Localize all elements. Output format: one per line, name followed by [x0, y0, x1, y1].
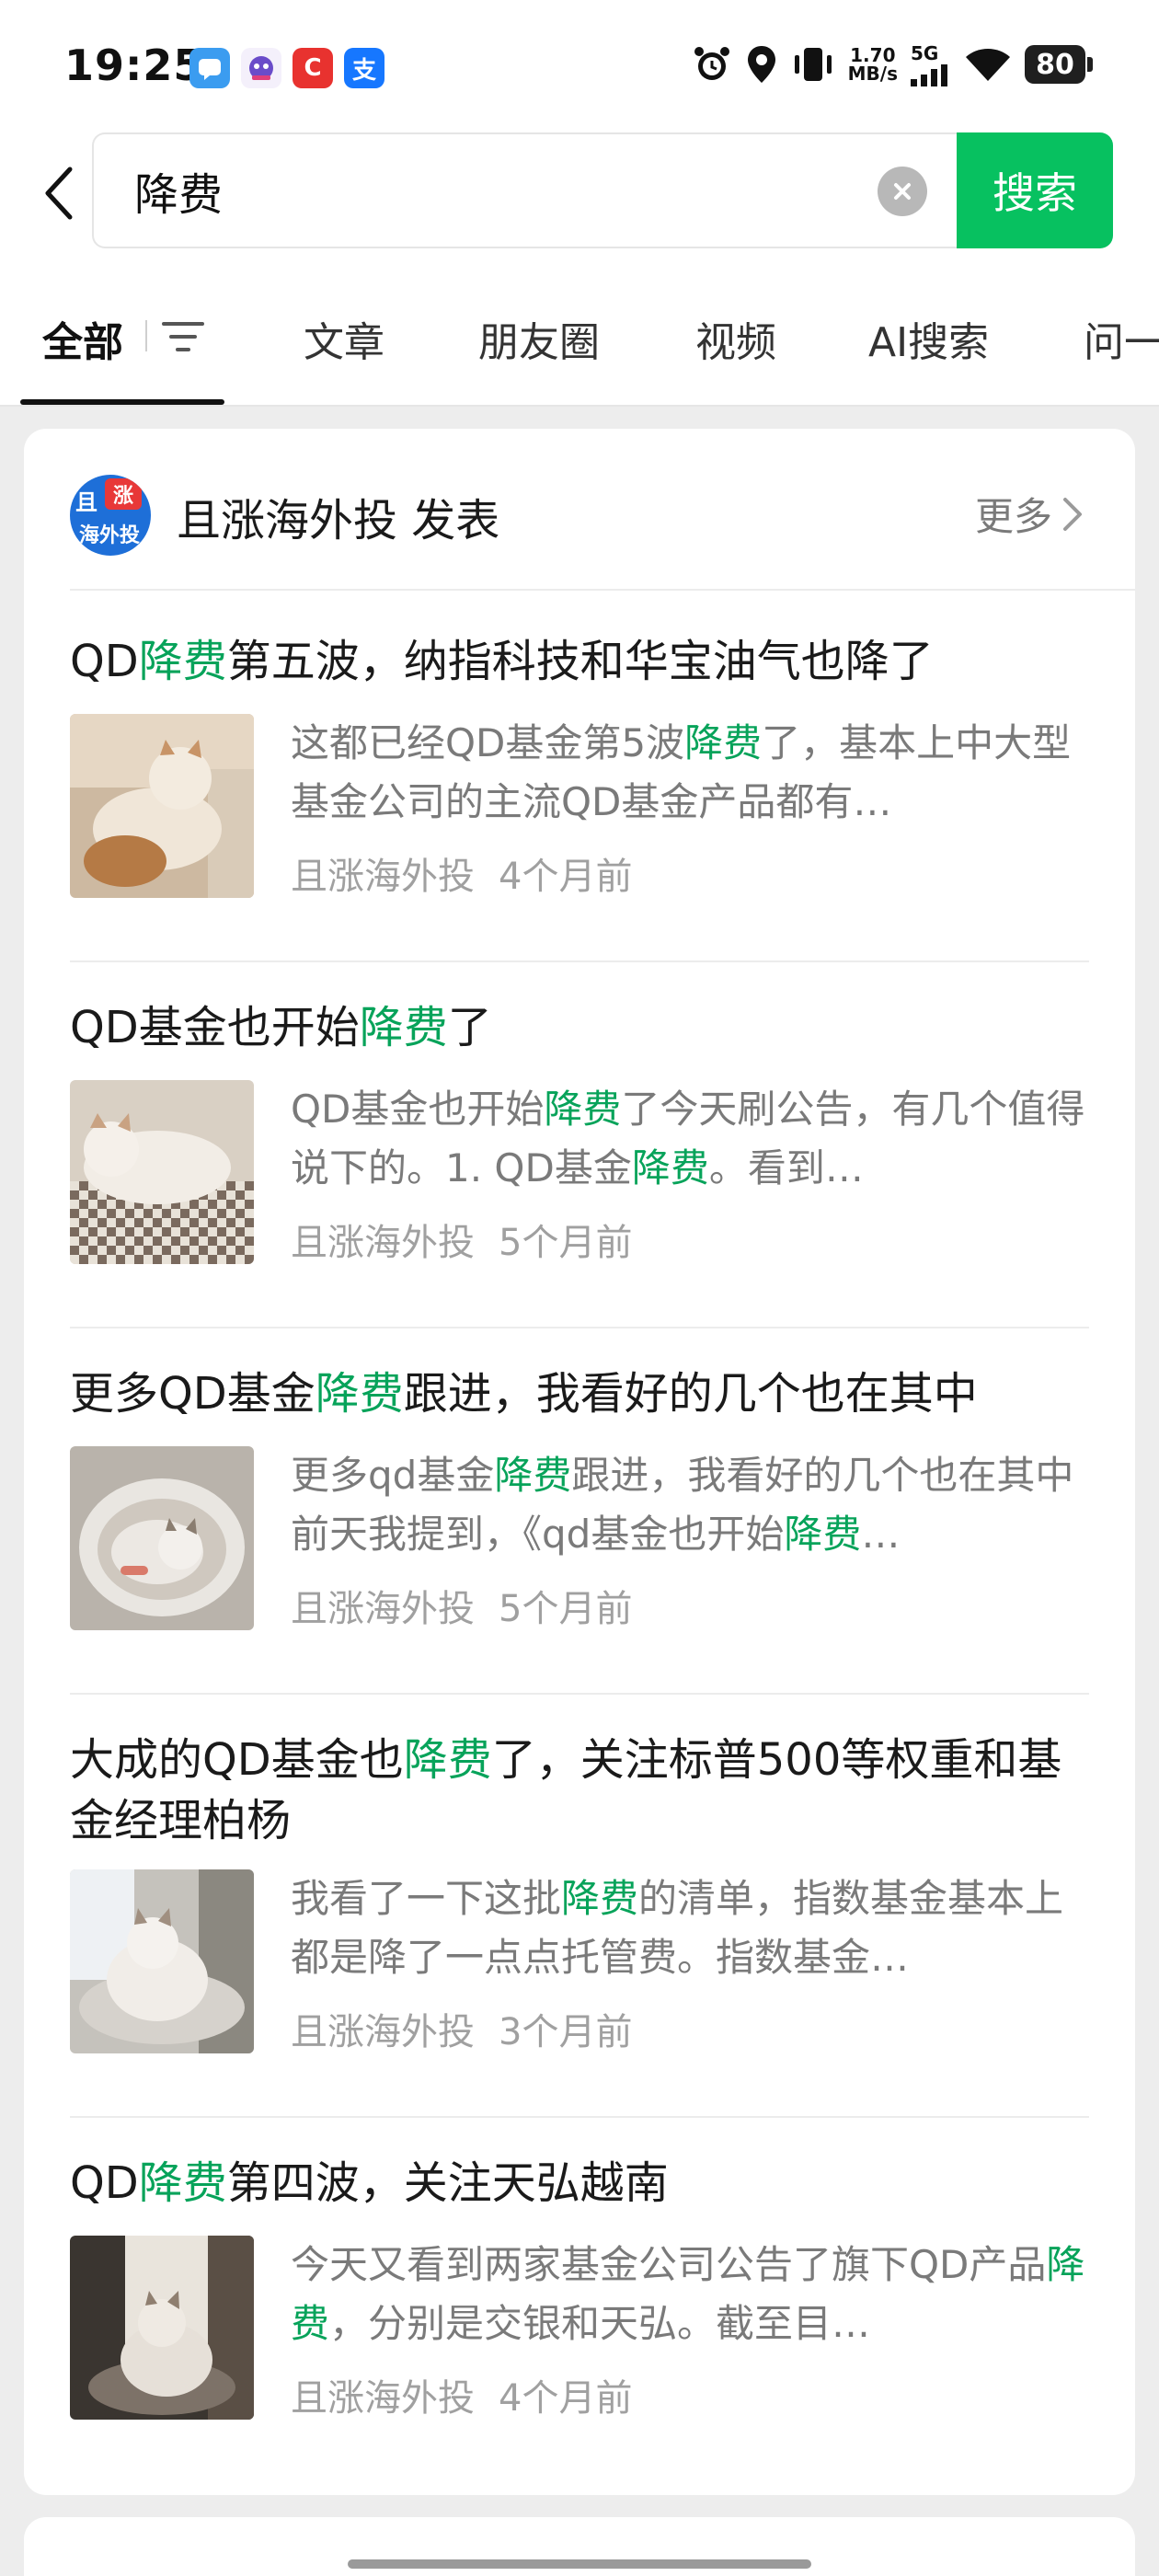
net-speed: 1.70 MB/s — [847, 44, 898, 85]
article-thumbnail[interactable] — [70, 714, 254, 898]
wifi-icon — [966, 49, 1010, 81]
article-source: 且涨海外投 — [291, 2377, 475, 2420]
article-time: 5个月前 — [499, 1222, 633, 1264]
tab-all[interactable]: 全部 — [42, 309, 123, 368]
c-app-icon: C — [293, 48, 333, 88]
article-thumbnail[interactable] — [70, 1080, 254, 1264]
more-label: 更多 — [974, 494, 1052, 539]
back-button[interactable] — [33, 160, 85, 226]
article-source: 且涨海外投 — [291, 856, 475, 898]
home-indicator[interactable] — [348, 2559, 811, 2569]
account-name[interactable]: 且涨海外投 发表 — [177, 484, 499, 548]
battery-indicator: 80 — [1025, 45, 1093, 84]
close-icon — [894, 183, 911, 200]
article-meta: 且涨海外投 5个月前 — [291, 1213, 632, 1266]
search-button[interactable]: 搜索 — [957, 132, 1113, 248]
article-snippet: 这都已经QD基金第5波降费了，基本上中大型基金公司的主流QD基金产品都有… — [291, 720, 1072, 824]
article-title[interactable]: QD降费第五波，纳指科技和华宝油气也降了 — [70, 631, 1089, 692]
cellular-signal: 5G — [911, 42, 951, 86]
article-title[interactable]: QD降费第四波，关注天弘越南 — [70, 2153, 1089, 2214]
tab-divider — [145, 320, 147, 351]
status-bar: 19:25 C 支 1.70 MB/s 5G 80 — [0, 0, 1159, 138]
header-divider — [70, 589, 1135, 591]
chevron-right-icon — [1063, 497, 1082, 531]
battery-tip — [1087, 57, 1093, 72]
mascot-app-icon — [241, 48, 281, 88]
more-button[interactable]: 更多 — [975, 486, 1084, 542]
article-meta: 且涨海外投 4个月前 — [291, 2368, 632, 2421]
battery-level: 80 — [1025, 45, 1085, 84]
article-snippet: 今天又看到两家基金公司公告了旗下QD产品降费，分别是交银和天弘。截至目… — [291, 2242, 1085, 2346]
list-item[interactable]: QD降费第四波，关注天弘越南 今天又看到两家基金公司公告了旗下QD产品降费，分别… — [70, 2153, 1089, 2420]
item-divider — [70, 960, 1089, 962]
article-time: 5个月前 — [499, 1588, 633, 1630]
article-time: 4个月前 — [499, 2377, 633, 2420]
article-snippet: QD基金也开始降费了今天刷公告，有几个值得说下的。1. QD基金降费。看到… — [291, 1087, 1085, 1190]
article-thumbnail[interactable] — [70, 1446, 254, 1630]
item-divider — [70, 1693, 1089, 1695]
alarm-icon — [694, 47, 729, 80]
location-icon — [747, 46, 775, 83]
vibrate-icon — [794, 48, 832, 81]
article-title[interactable]: 大成的QD基金也降费了，关注标普500等权重和基金经理柏杨 — [70, 1730, 1089, 1851]
list-item[interactable]: 大成的QD基金也降费了，关注标普500等权重和基金经理柏杨 我看了一下这批降费的… — [70, 1730, 1089, 2118]
list-item[interactable]: QD基金也开始降费了 QD基金也开始降费了今天刷公告，有几个值得说下的。1. Q… — [70, 997, 1089, 1328]
notes-app-icon — [189, 48, 230, 88]
alipay-app-icon: 支 — [344, 48, 384, 88]
article-time: 4个月前 — [499, 856, 633, 898]
tab-ask[interactable]: 问一 — [1084, 309, 1159, 368]
status-app-icons: C 支 — [189, 48, 384, 88]
search-input[interactable]: 降费 — [92, 132, 958, 248]
list-item[interactable]: QD降费第五波，纳指科技和华宝油气也降了 这都已经QD基金第5波降费了，基本上中… — [70, 631, 1089, 962]
search-query-text: 降费 — [134, 169, 224, 221]
clear-search-button[interactable] — [878, 167, 927, 216]
tab-videos[interactable]: 视频 — [695, 309, 776, 368]
tab-articles[interactable]: 文章 — [304, 309, 384, 368]
avatar[interactable]: 且 涨 海外投 — [70, 475, 151, 556]
tab-moments[interactable]: 朋友圈 — [478, 309, 600, 368]
chevron-left-icon — [45, 167, 73, 220]
tabs-divider — [0, 405, 1159, 407]
article-source: 且涨海外投 — [291, 1588, 475, 1630]
search-header: 降费 搜索 — [0, 120, 1159, 258]
article-meta: 且涨海外投 5个月前 — [291, 1579, 632, 1632]
status-time: 19:25 — [64, 40, 204, 90]
search-tabs: 全部 文章 朋友圈 视频 AI搜索 问一 — [0, 258, 1159, 407]
article-meta: 且涨海外投 4个月前 — [291, 846, 632, 900]
filter-icon[interactable] — [162, 318, 204, 355]
tab-ai-search[interactable]: AI搜索 — [868, 309, 989, 368]
signal-bars-icon — [911, 64, 947, 86]
article-thumbnail[interactable] — [70, 2236, 254, 2420]
article-snippet: 我看了一下这批降费的清单，指数基金基本上都是降了一点点托管费。指数基金… — [291, 1876, 1064, 1980]
account-header[interactable]: 且 涨 海外投 且涨海外投 发表 更多 — [24, 429, 1135, 591]
network-type: 5G — [911, 42, 939, 64]
article-source: 且涨海外投 — [291, 2011, 475, 2053]
item-divider — [70, 2116, 1089, 2118]
article-source: 且涨海外投 — [291, 1222, 475, 1264]
account-results-card: 且 涨 海外投 且涨海外投 发表 更多 QD降费第五波，纳指科技和华宝油气也降了… — [24, 429, 1135, 2495]
article-title[interactable]: QD基金也开始降费了 — [70, 997, 1089, 1058]
article-meta: 且涨海外投 3个月前 — [291, 2002, 632, 2055]
article-title[interactable]: 更多QD基金降费跟进，我看好的几个也在其中 — [70, 1363, 1089, 1424]
article-time: 3个月前 — [499, 2011, 633, 2053]
article-snippet: 更多qd基金降费跟进，我看好的几个也在其中 前天我提到，《qd基金也开始降费… — [291, 1453, 1074, 1557]
list-item[interactable]: 更多QD基金降费跟进，我看好的几个也在其中 更多qd基金降费跟进，我看好的几个也… — [70, 1363, 1089, 1695]
article-thumbnail[interactable] — [70, 1869, 254, 2053]
status-indicators: 1.70 MB/s 5G 80 — [692, 42, 1093, 86]
item-divider — [70, 1327, 1089, 1328]
